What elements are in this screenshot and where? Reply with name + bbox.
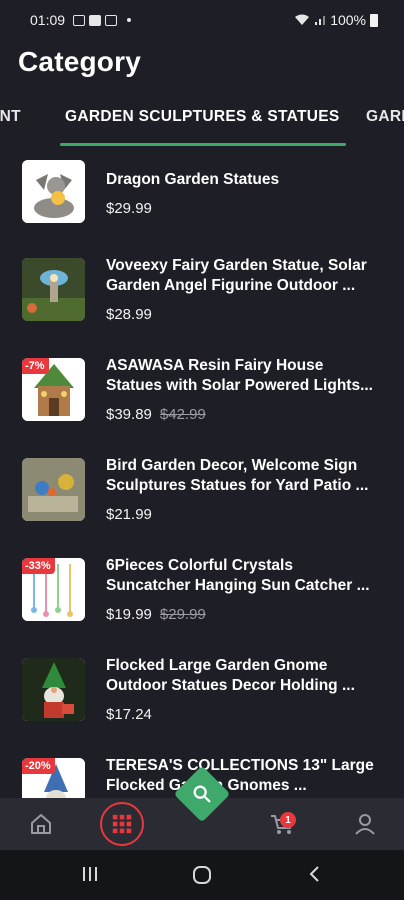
product-item[interactable]: Dragon Garden Statues $29.99 <box>0 150 404 250</box>
product-price: $17.24 <box>106 706 152 723</box>
product-title: Bird Garden Decor, Welcome Sign Sculptur… <box>106 456 391 496</box>
product-thumbnail <box>22 458 85 521</box>
product-thumbnail: -7% <box>22 358 85 421</box>
tab-label: GARD <box>366 108 404 125</box>
product-title: Flocked Large Garden Gnome Outdoor Statu… <box>106 656 391 696</box>
product-price-row: $19.99 $29.99 <box>106 606 206 623</box>
product-thumbnail <box>22 658 85 721</box>
tab-paint[interactable]: PAINT <box>0 108 41 126</box>
product-title: Voveexy Fairy Garden Statue, Solar Garde… <box>106 256 391 296</box>
product-title-line: Voveexy Fairy Garden Statue, Solar <box>106 257 367 274</box>
discount-badge: -7% <box>22 358 49 374</box>
product-price: $28.99 <box>106 306 152 323</box>
product-item[interactable]: Flocked Large Garden Gnome Outdoor Statu… <box>0 650 404 750</box>
status-bar: 01:09 100% <box>0 0 404 40</box>
garden-gnome-image <box>22 658 85 721</box>
battery-icon <box>370 13 378 27</box>
youtube-icon <box>89 14 102 26</box>
active-tab-indicator <box>60 143 346 146</box>
product-title-line: Garden Angel Figurine Outdoor ... <box>106 277 356 294</box>
product-thumbnail <box>22 258 85 321</box>
wifi-icon <box>295 14 310 25</box>
recent-apps-icon <box>83 867 97 881</box>
product-thumbnail: -33% <box>22 558 85 621</box>
product-title-line: Flocked Garden Gnomes ... <box>106 777 307 794</box>
product-price: $19.99 <box>106 606 152 623</box>
product-thumbnail <box>22 160 85 223</box>
product-item[interactable]: Voveexy Fairy Garden Statue, Solar Garde… <box>0 250 404 350</box>
page-title: Category <box>18 46 141 77</box>
status-right: 100% <box>294 12 378 28</box>
profile-icon <box>355 814 375 835</box>
product-price: $39.89 <box>106 406 152 423</box>
back-icon <box>309 866 319 882</box>
nav-category[interactable] <box>100 802 144 846</box>
product-old-price: $42.99 <box>159 406 206 423</box>
product-price: $29.99 <box>106 200 152 217</box>
product-title-line: ASAWASA Resin Fairy House <box>106 357 324 374</box>
home-circle-icon <box>193 866 211 884</box>
product-item[interactable]: -7% ASAWASA Resin Fairy House Statues wi… <box>0 350 404 450</box>
app-icon <box>105 14 118 26</box>
product-title: ASAWASA Resin Fairy House Statues with S… <box>106 356 391 396</box>
product-title: 6Pieces Colorful Crystals Suncatcher Han… <box>106 556 391 596</box>
battery-percentage: 100% <box>330 12 366 28</box>
tab-label: PAINT <box>0 108 21 125</box>
product-title-line: Bird Garden Decor, Welcome Sign <box>106 457 358 474</box>
category-grid-icon <box>112 814 132 834</box>
product-title: Dragon Garden Statues <box>106 170 391 190</box>
product-title: TERESA'S COLLECTIONS 13" Large Flocked G… <box>106 756 391 796</box>
fairy-statue-image <box>22 258 85 321</box>
more-notifications-icon <box>127 18 132 22</box>
discount-badge: -20% <box>22 758 55 774</box>
nav-home[interactable] <box>27 810 55 838</box>
product-price: $21.99 <box>106 506 152 523</box>
discount-badge: -33% <box>22 558 55 574</box>
product-item[interactable]: Bird Garden Decor, Welcome Sign Sculptur… <box>0 450 404 550</box>
product-thumbnail: -20% <box>22 758 85 800</box>
product-title-line: Sculptures Statues for Yard Patio ... <box>106 477 369 494</box>
system-navigation-bar <box>0 850 404 900</box>
product-price-row: $29.99 <box>106 200 152 217</box>
product-price-row: $39.89 $42.99 <box>106 406 206 423</box>
back-button[interactable] <box>305 864 325 889</box>
recent-apps-button[interactable] <box>80 864 100 889</box>
product-title-line: Dragon Garden Statues <box>106 171 280 188</box>
product-title-line: Suncatcher Hanging Sun Catcher ... <box>106 577 370 594</box>
status-time: 01:09 <box>30 12 66 28</box>
cart-count-badge: 1 <box>280 812 296 828</box>
gallery-icon <box>73 14 86 26</box>
category-tabs: PAINT GARDEN SCULPTURES & STATUES GARD <box>0 96 404 146</box>
home-icon <box>31 814 51 834</box>
product-title-line: 6Pieces Colorful Crystals <box>106 557 293 574</box>
product-title-line: Statues with Solar Powered Lights... <box>106 377 373 394</box>
product-price-row: $21.99 <box>106 506 152 523</box>
nav-profile[interactable] <box>351 810 379 838</box>
product-item[interactable]: -33% 6Pieces Colorful Crystals Suncatche… <box>0 550 404 650</box>
tab-garden-sculptures-statues[interactable]: GARDEN SCULPTURES & STATUES <box>65 108 339 126</box>
tab-label: GARDEN SCULPTURES & STATUES <box>65 108 340 125</box>
product-list: Dragon Garden Statues $29.99 Voveexy Fai… <box>0 150 404 800</box>
dragon-statue-image <box>22 160 85 223</box>
product-price-row: $17.24 <box>106 706 152 723</box>
product-title-line: TERESA'S COLLECTIONS 13" Large <box>106 757 374 774</box>
bird-decor-image <box>22 458 85 521</box>
product-title-line: Flocked Large Garden Gnome <box>106 657 328 674</box>
product-old-price: $29.99 <box>159 606 206 623</box>
tab-garden[interactable]: GARD <box>366 108 404 126</box>
product-price-row: $28.99 <box>106 306 152 323</box>
product-title-line: Outdoor Statues Decor Holding ... <box>106 677 355 694</box>
search-icon <box>193 785 211 803</box>
notification-icons <box>73 14 132 26</box>
signal-icon <box>315 16 326 25</box>
home-button[interactable] <box>191 864 213 891</box>
